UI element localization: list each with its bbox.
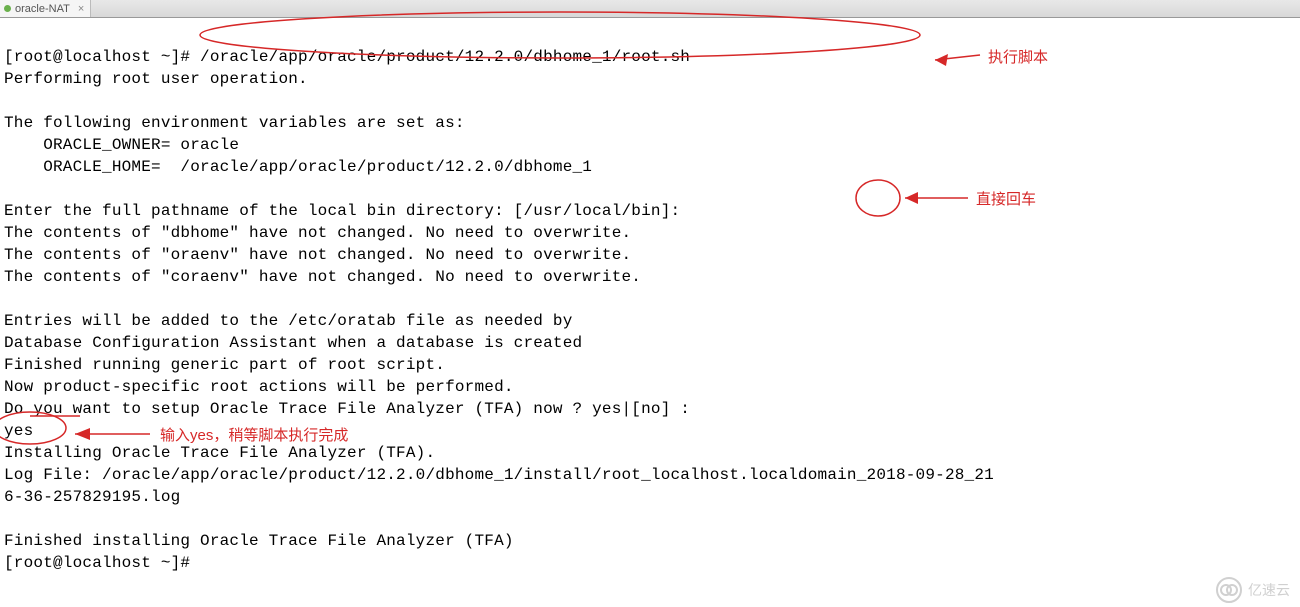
terminal-line: Installing Oracle Trace File Analyzer (T… xyxy=(4,444,435,462)
terminal-line: The contents of "coraenv" have not chang… xyxy=(4,268,641,286)
watermark-text: 亿速云 xyxy=(1248,580,1290,600)
watermark-icon xyxy=(1216,577,1242,603)
terminal-line: [root@localhost ~]# /oracle/app/oracle/p… xyxy=(4,48,690,66)
watermark: 亿速云 xyxy=(1216,577,1290,603)
terminal-line: Now product-specific root actions will b… xyxy=(4,378,514,396)
annotation-type-yes: 输入yes，稍等脚本执行完成 xyxy=(160,424,348,445)
close-icon[interactable]: × xyxy=(78,3,84,15)
terminal-line: Performing root user operation. xyxy=(4,70,308,88)
terminal-line: The contents of "dbhome" have not change… xyxy=(4,224,631,242)
terminal-line: Finished running generic part of root sc… xyxy=(4,356,445,374)
terminal-line: Entries will be added to the /etc/oratab… xyxy=(4,312,573,330)
terminal-line: Finished installing Oracle Trace File An… xyxy=(4,532,514,550)
terminal-line: yes xyxy=(4,422,33,440)
terminal-line: Database Configuration Assistant when a … xyxy=(4,334,582,352)
terminal-line: Do you want to setup Oracle Trace File A… xyxy=(4,400,690,418)
terminal-line: 6-36-257829195.log xyxy=(4,488,180,506)
terminal-line: The contents of "oraenv" have not change… xyxy=(4,246,631,264)
annotation-run-script: 执行脚本 xyxy=(988,46,1048,67)
connection-status-icon xyxy=(4,5,11,12)
tab-oracle-nat[interactable]: oracle-NAT × xyxy=(0,0,91,17)
terminal-line: ORACLE_OWNER= oracle xyxy=(4,136,239,154)
terminal-output[interactable]: [root@localhost ~]# /oracle/app/oracle/p… xyxy=(0,18,1300,580)
annotation-press-enter: 直接回车 xyxy=(976,188,1036,209)
terminal-line: Enter the full pathname of the local bin… xyxy=(4,202,680,220)
tab-bar: oracle-NAT × xyxy=(0,0,1300,18)
terminal-line: Log File: /oracle/app/oracle/product/12.… xyxy=(4,466,994,484)
tab-title: oracle-NAT xyxy=(15,3,70,15)
terminal-line: The following environment variables are … xyxy=(4,114,465,132)
terminal-line: [root@localhost ~]# xyxy=(4,554,190,572)
terminal-line: ORACLE_HOME= /oracle/app/oracle/product/… xyxy=(4,158,592,176)
